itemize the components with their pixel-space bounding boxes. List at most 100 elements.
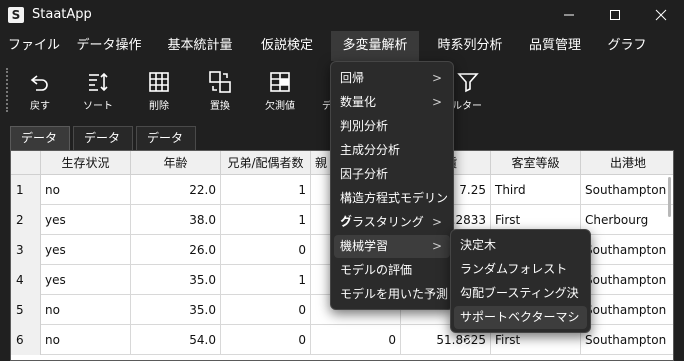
menu-time-series[interactable]: 時系列分析: [428, 31, 512, 61]
app-window: S StaatApp ファイル データ操作 基本統計量 仮説検定 多変量解析 時…: [0, 0, 684, 361]
close-button[interactable]: [638, 0, 684, 30]
menu-basic-stats[interactable]: 基本統計量: [158, 31, 242, 61]
undo-button[interactable]: 戻す: [12, 66, 68, 116]
menu-item-label: 機械学習: [340, 239, 389, 253]
row-number[interactable]: 5: [11, 295, 41, 325]
table-cell[interactable]: Southampton: [581, 295, 673, 325]
column-header[interactable]: 兄弟/配偶者数: [221, 151, 311, 175]
menu-item-label: モデルの評価: [340, 263, 413, 277]
menu-bar: ファイル データ操作 基本統計量 仮説検定 多変量解析 時系列分析 品質管理 グ…: [0, 31, 684, 61]
table-cell[interactable]: 22.0: [131, 175, 221, 205]
menu-item-sem[interactable]: 構造方程式モデリング: [334, 187, 450, 228]
replace-icon: [209, 71, 231, 93]
table-cell[interactable]: no: [41, 295, 131, 325]
sort-icon: [89, 72, 108, 92]
data-button[interactable]: デ: [308, 66, 332, 116]
sort-button[interactable]: ソート: [70, 66, 126, 116]
table-cell[interactable]: no: [41, 175, 131, 205]
menu-multivariate[interactable]: 多変量解析: [331, 31, 419, 61]
filter-label: ルター: [452, 101, 482, 112]
menu-item-svm[interactable]: サポートベクターマシン: [454, 306, 587, 347]
table-cell[interactable]: Southampton: [581, 175, 673, 205]
replace-label: 置換: [210, 101, 230, 112]
replace-button[interactable]: 置換: [192, 66, 248, 116]
close-icon: [655, 9, 667, 21]
vertical-scrollbar[interactable]: [668, 177, 671, 217]
table-cell[interactable]: yes: [41, 235, 131, 265]
menu-item-model-prediction[interactable]: モデルを用いた予測: [334, 283, 450, 306]
toolbar-grip: [6, 68, 8, 112]
column-header[interactable]: 年齢: [131, 151, 221, 175]
tab-data2[interactable]: データ２: [73, 126, 133, 167]
menu-item-regression[interactable]: 回帰 >: [334, 67, 450, 90]
row-number[interactable]: 1: [11, 175, 41, 205]
submenu-arrow-icon: >: [431, 239, 442, 253]
table-cell[interactable]: 0: [311, 325, 401, 355]
menu-item-label: クラスタリング: [340, 215, 424, 229]
row-number[interactable]: 6: [11, 325, 41, 355]
menu-item-label: 因子分析: [340, 167, 389, 181]
row-number[interactable]: 4: [11, 265, 41, 295]
table-cell[interactable]: Southampton: [581, 265, 673, 295]
tab-data3[interactable]: データ３: [136, 126, 196, 167]
table-cell[interactable]: 1: [221, 205, 311, 235]
menu-quality-control[interactable]: 品質管理: [520, 31, 590, 61]
filter-icon: [457, 73, 479, 93]
table-cell[interactable]: Southampton: [581, 325, 673, 355]
column-header[interactable]: 生存状況: [41, 151, 131, 175]
menu-item-discriminant-analysis[interactable]: 判別分析: [334, 115, 450, 138]
submenu-arrow-icon: >: [431, 71, 442, 85]
menu-data-ops[interactable]: データ操作: [70, 31, 148, 61]
multivariate-menu: 回帰 > 数量化 > 判別分析 主成分分析 因子分析 構造方程式モデリング クラ…: [330, 61, 454, 310]
undo-icon: [30, 75, 48, 91]
table-cell[interactable]: Cherbourg: [581, 205, 673, 235]
table-cell[interactable]: no: [41, 325, 131, 355]
table-cell[interactable]: yes: [41, 265, 131, 295]
submenu-arrow-icon: >: [431, 95, 442, 109]
menu-file[interactable]: ファイル: [4, 31, 64, 61]
filter-button[interactable]: ルター: [452, 66, 508, 116]
table-cell[interactable]: 26.0: [131, 235, 221, 265]
table-cell[interactable]: yes: [41, 205, 131, 235]
menu-hypothesis-test[interactable]: 仮説検定: [252, 31, 322, 61]
missing-value-button[interactable]: 欠測値: [252, 66, 308, 116]
menu-item-factor-analysis[interactable]: 因子分析: [334, 163, 450, 186]
table-cell[interactable]: Southampton: [581, 235, 673, 265]
menu-item-model-evaluation[interactable]: モデルの評価: [334, 259, 450, 282]
row-number[interactable]: 2: [11, 205, 41, 235]
maximize-button[interactable]: [592, 0, 638, 30]
missing-value-label: 欠測値: [265, 101, 295, 112]
submenu-arrow-icon: >: [431, 215, 442, 229]
column-header[interactable]: 出港地: [581, 151, 673, 175]
table-cell[interactable]: 0: [221, 235, 311, 265]
menu-item-machine-learning[interactable]: 機械学習 >: [334, 235, 450, 258]
delete-button[interactable]: 削除: [131, 66, 187, 116]
menu-item-quantification[interactable]: 数量化 >: [334, 91, 450, 114]
minimize-icon: [564, 14, 574, 16]
menu-graph[interactable]: グラフ: [598, 31, 656, 61]
table-cell[interactable]: 1: [221, 265, 311, 295]
data-label: デ: [322, 101, 332, 112]
column-header[interactable]: 客室等級: [491, 151, 581, 175]
minimize-button[interactable]: [546, 0, 592, 30]
missing-value-icon: [270, 72, 290, 92]
menu-item-decision-tree[interactable]: 決定木: [454, 234, 587, 257]
window-title: StaatApp: [32, 7, 92, 22]
menu-item-pca[interactable]: 主成分分析: [334, 139, 450, 162]
table-cell[interactable]: 1: [221, 175, 311, 205]
table-cell[interactable]: 38.0: [131, 205, 221, 235]
table-cell[interactable]: 35.0: [131, 265, 221, 295]
table-cell[interactable]: 35.0: [131, 295, 221, 325]
menu-item-gradient-boosting[interactable]: 勾配ブースティング決定木: [454, 282, 587, 323]
menu-item-label: 数量化: [340, 95, 377, 109]
table-cell[interactable]: 54.0: [131, 325, 221, 355]
row-number[interactable]: 3: [11, 235, 41, 265]
table-cell[interactable]: 0: [221, 295, 311, 325]
maximize-icon: [610, 10, 620, 20]
menu-item-random-forest[interactable]: ランダムフォレスト: [454, 258, 587, 281]
tab-data1[interactable]: データ１: [10, 126, 70, 167]
menu-item-label: 主成分分析: [340, 143, 401, 157]
table-cell[interactable]: 0: [221, 325, 311, 355]
menu-item-clustering[interactable]: クラスタリング >: [334, 211, 450, 234]
table-cell[interactable]: Third: [491, 175, 581, 205]
